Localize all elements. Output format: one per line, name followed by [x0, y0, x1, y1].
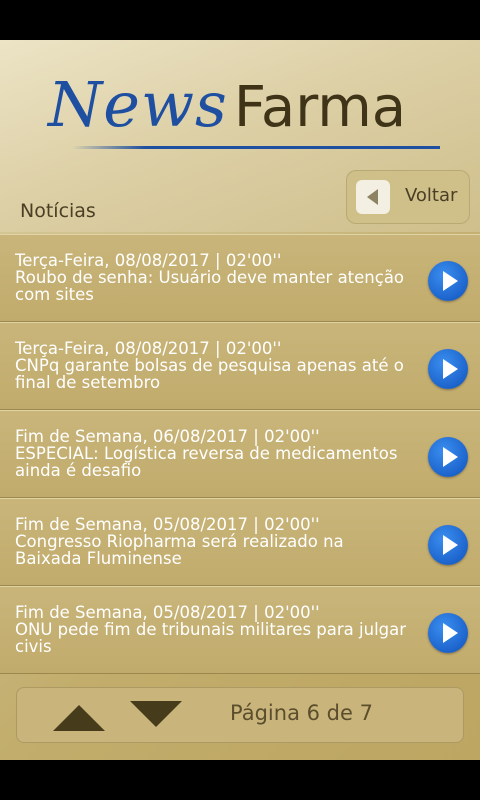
play-icon[interactable] — [428, 349, 468, 389]
news-item[interactable]: Fim de Semana, 06/08/2017 | 02'00'' ESPE… — [0, 410, 480, 498]
logo-underline — [72, 146, 440, 149]
navigation-bar — [0, 760, 480, 800]
logo-news-text: News — [48, 68, 228, 141]
section-title: Notícias — [20, 200, 96, 222]
page-indicator: Página 6 de 7 — [230, 701, 373, 725]
status-bar — [0, 0, 480, 40]
news-title: Roubo de senha: Usuário deve manter aten… — [15, 268, 405, 304]
back-button[interactable]: Voltar — [346, 170, 470, 224]
logo-farma-text: Farma — [233, 75, 407, 140]
news-title: Congresso Riopharma será realizado na Ba… — [15, 532, 344, 568]
pagination-bar: Página 6 de 7 — [16, 687, 464, 743]
news-item[interactable]: Terça-Feira, 08/08/2017 | 02'00'' Roubo … — [0, 234, 480, 322]
news-title: ESPECIAL: Logística reversa de medicamen… — [15, 444, 398, 480]
news-list: Terça-Feira, 08/08/2017 | 02'00'' Roubo … — [0, 234, 480, 674]
play-icon[interactable] — [428, 437, 468, 477]
play-icon[interactable] — [428, 525, 468, 565]
news-title: ONU pede fim de tribunais militares para… — [15, 620, 407, 656]
down-arrow-icon[interactable] — [130, 701, 182, 727]
back-button-label: Voltar — [405, 185, 458, 206]
app-screen: News Farma Notícias Voltar Terça-Feira, 0… — [0, 40, 480, 760]
play-icon[interactable] — [428, 261, 468, 301]
up-arrow-icon[interactable] — [53, 705, 105, 731]
news-item[interactable]: Terça-Feira, 08/08/2017 | 02'00'' CNPq g… — [0, 322, 480, 410]
news-title: CNPq garante bolsas de pesquisa apenas a… — [15, 356, 404, 392]
newsfarma-logo: News Farma — [48, 68, 406, 148]
news-item[interactable]: Fim de Semana, 05/08/2017 | 02'00'' Cong… — [0, 498, 480, 586]
news-item[interactable]: Fim de Semana, 05/08/2017 | 02'00'' ONU … — [0, 586, 480, 674]
header: News Farma Notícias Voltar — [0, 40, 480, 232]
left-triangle-icon — [356, 180, 390, 214]
play-icon[interactable] — [428, 613, 468, 653]
